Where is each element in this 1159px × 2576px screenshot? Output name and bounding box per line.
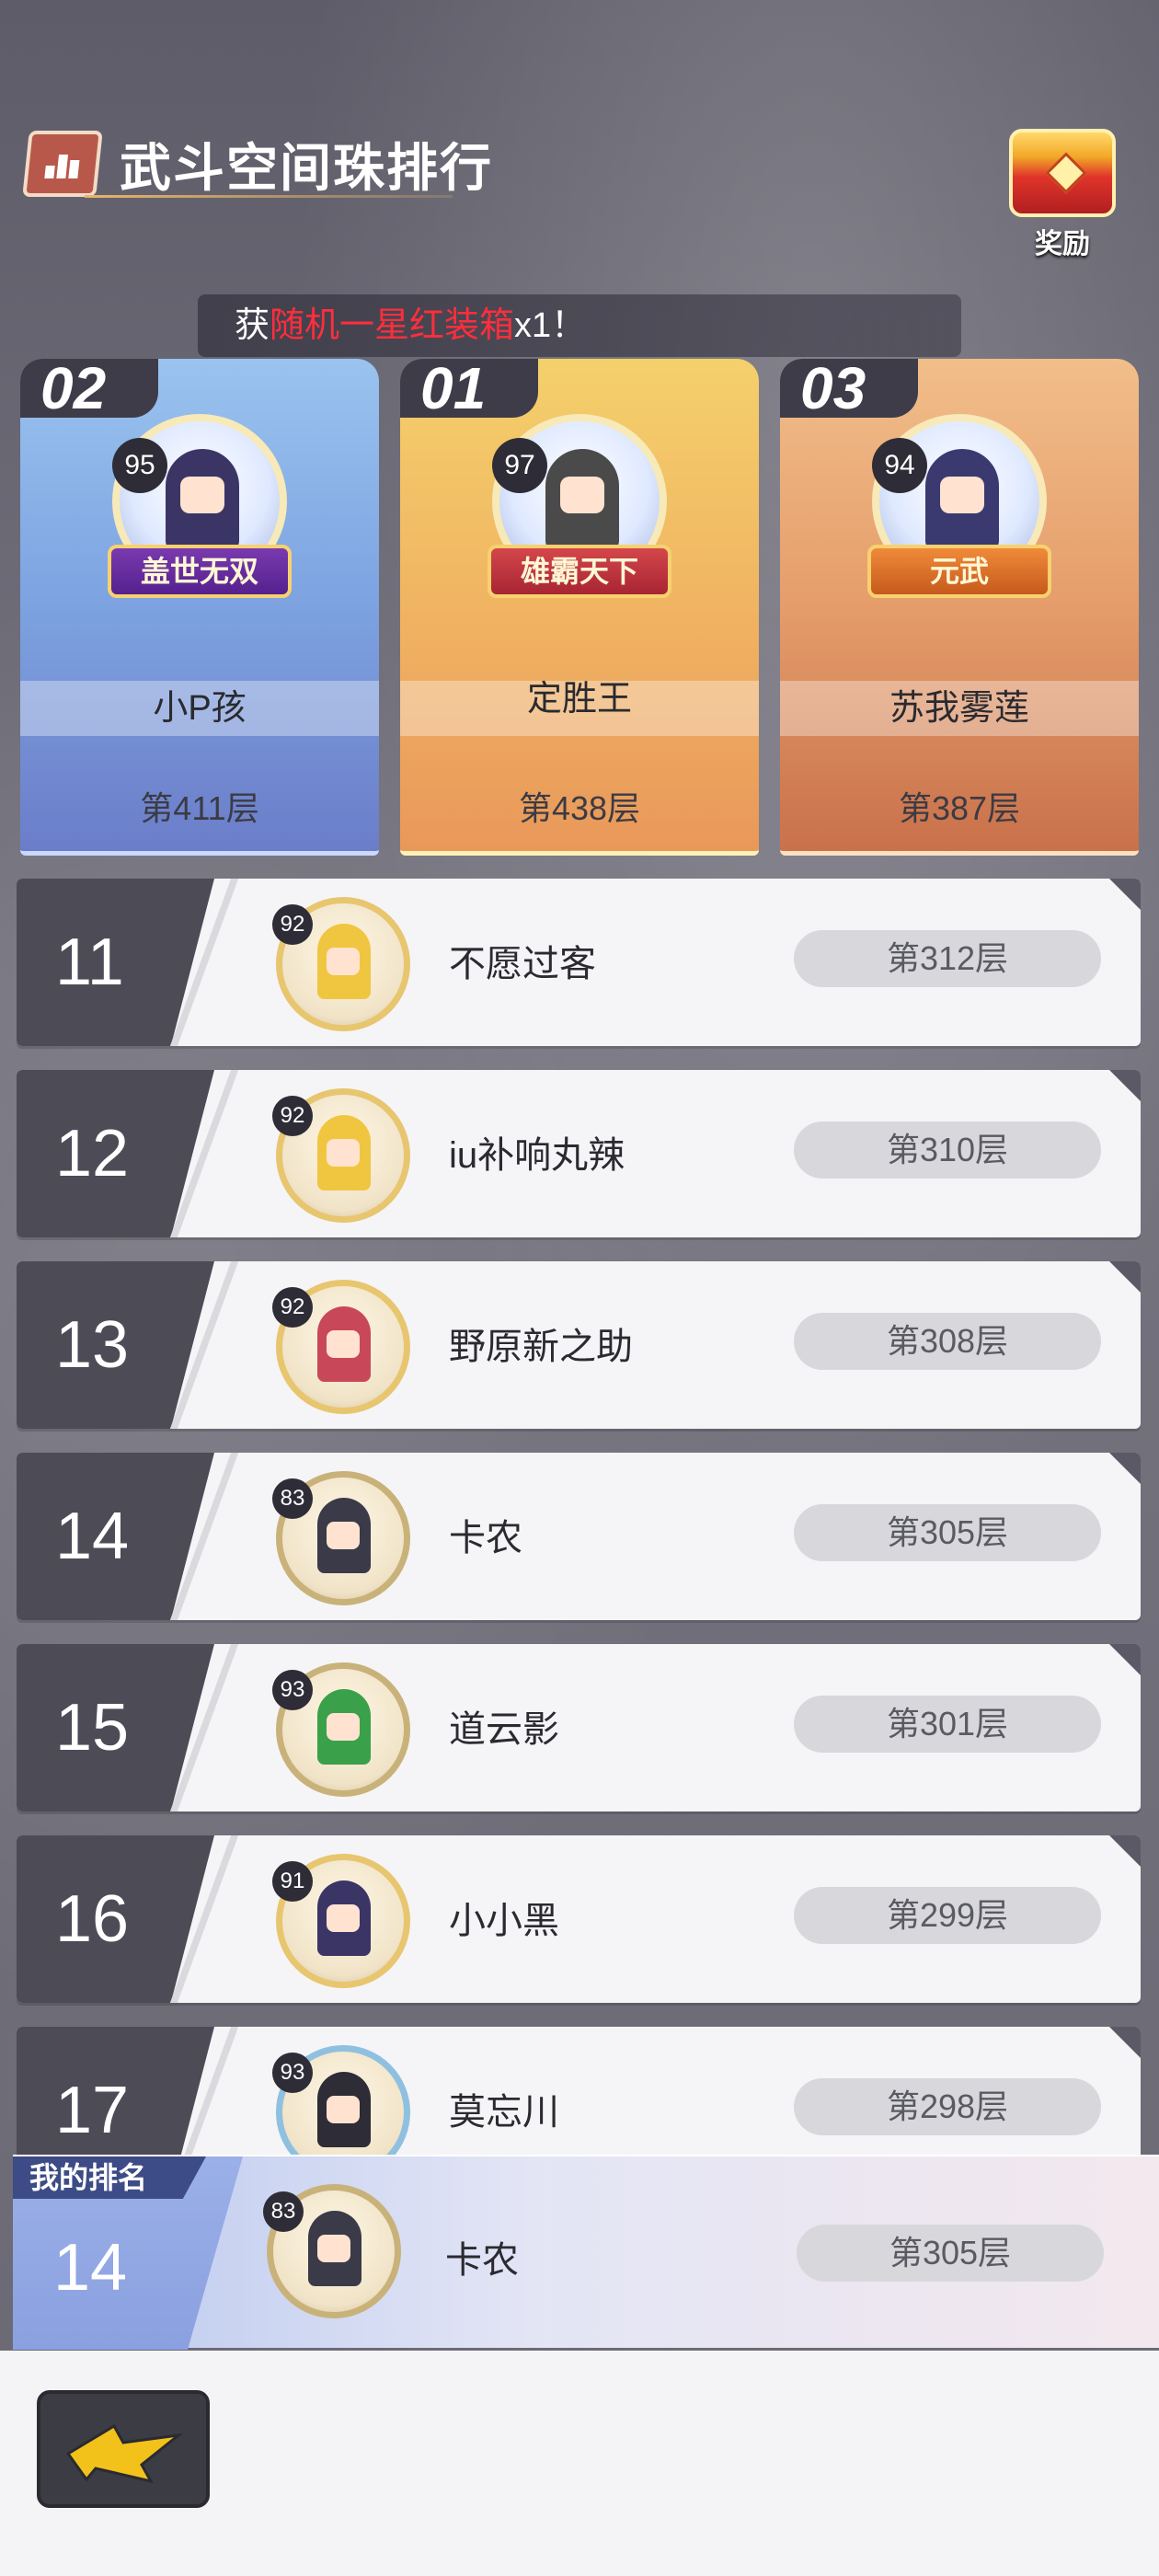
announcement-ticker: 获随机一星红装箱x1！ [198, 294, 961, 357]
reward-label: 奖励 [1035, 229, 1090, 259]
rank-number: 14 [55, 1500, 130, 1573]
rank-number: 15 [55, 1691, 130, 1765]
level-badge: 91 [272, 1861, 313, 1902]
rank-number: 12 [55, 1117, 130, 1190]
rank-number: 13 [55, 1308, 130, 1382]
player-name: 莫忘川 [449, 2092, 559, 2133]
podium-rank-number: 01 [400, 359, 538, 418]
level-badge: 95 [112, 438, 167, 493]
level-badge: 92 [272, 904, 313, 945]
ticker-prefix: 获 [235, 306, 270, 345]
player-name: 定胜王 [526, 680, 632, 719]
floor-value: 第310层 [794, 1121, 1101, 1179]
row-corner [1109, 1835, 1141, 1867]
ranking-list[interactable]: 11 92 不愿过客 第312层 12 92 iu补响丸辣 第310层 13 9… [0, 874, 1159, 2155]
my-rank-panel[interactable]: 我的排名 14 83 卡农 第305层 [13, 2155, 1159, 2350]
ranking-row[interactable]: 12 92 iu补响丸辣 第310层 [17, 1070, 1141, 1237]
level-badge: 97 [492, 438, 547, 493]
level-badge: 93 [272, 2053, 313, 2093]
ranking-row[interactable]: 16 91 小小黑 第299层 [17, 1835, 1141, 2003]
floor-value: 第387层 [898, 789, 1021, 827]
reward-button[interactable]: 奖励 [993, 129, 1131, 276]
row-corner [1109, 879, 1141, 910]
level-badge: 83 [263, 2191, 304, 2232]
floor-value: 第308层 [794, 1313, 1101, 1370]
ticker-highlight: 随机一星红装箱 [270, 306, 515, 345]
floor-value: 第299层 [794, 1887, 1101, 1944]
podium-rank-number: 03 [780, 359, 918, 418]
title-badge: 盖世无双 [108, 545, 292, 598]
podium-rank-2[interactable]: 02 95 盖世无双 小P孩 第411层 [20, 359, 379, 856]
title-badge: 雄霸天下 [488, 545, 671, 598]
rank-number: 16 [55, 1882, 130, 1956]
level-badge: 92 [272, 1096, 313, 1136]
floor-value: 第301层 [794, 1696, 1101, 1753]
row-corner [1109, 1070, 1141, 1101]
level-badge: 83 [272, 1478, 313, 1519]
podium-rank-1[interactable]: 01 97 雄霸天下 定胜王 第438层 [400, 359, 759, 856]
rank-number: 11 [55, 926, 124, 999]
level-badge: 93 [272, 1670, 313, 1710]
my-rank-tag: 我的排名 [13, 2156, 206, 2199]
title-underline [85, 195, 453, 198]
podium-rank-3[interactable]: 03 94 元武 苏我雾莲 第387层 [780, 359, 1139, 856]
level-badge: 92 [272, 1287, 313, 1328]
player-name: 野原新之助 [449, 1327, 633, 1367]
floor-value: 第305层 [794, 1504, 1101, 1561]
player-name: 小P孩 [153, 689, 247, 728]
my-rank-number: 14 [53, 2231, 128, 2305]
player-name: 卡农 [449, 1518, 522, 1558]
floor-value: 第312层 [794, 930, 1101, 987]
back-arrow-icon [65, 2423, 184, 2484]
ranking-row[interactable]: 13 92 野原新之助 第308层 [17, 1261, 1141, 1429]
ranking-icon [22, 131, 103, 197]
player-name: 小小黑 [449, 1901, 559, 1941]
row-corner [1109, 1453, 1141, 1484]
chest-icon [1009, 129, 1116, 217]
floor-value: 第298层 [794, 2078, 1101, 2135]
ranking-row[interactable]: 14 83 卡农 第305层 [17, 1453, 1141, 1620]
level-badge: 94 [872, 438, 927, 493]
row-corner [1109, 1644, 1141, 1675]
player-name: 卡农 [445, 2240, 519, 2281]
player-name: 不愿过客 [449, 944, 596, 984]
ranking-row[interactable]: 17 93 莫忘川 第298层 [17, 2027, 1141, 2155]
player-name: iu补响丸辣 [449, 1135, 625, 1176]
player-name: 苏我雾莲 [889, 689, 1029, 728]
rank-number: 17 [55, 2074, 130, 2147]
ranking-row[interactable]: 11 92 不愿过客 第312层 [17, 879, 1141, 1046]
floor-value: 第411层 [140, 789, 259, 827]
title-badge: 元武 [867, 545, 1051, 598]
floor-value: 第305层 [797, 2225, 1104, 2282]
page-title: 武斗空间珠排行 [120, 138, 493, 197]
page-header: 武斗空间珠排行 [22, 127, 493, 201]
row-corner [1109, 1261, 1141, 1293]
row-corner [1109, 2027, 1141, 2058]
floor-value: 第438层 [518, 789, 641, 827]
back-button[interactable] [37, 2390, 210, 2508]
ranking-row[interactable]: 15 93 道云影 第301层 [17, 1644, 1141, 1811]
ticker-suffix: x1！ [514, 306, 587, 345]
podium-rank-number: 02 [20, 359, 158, 418]
player-name: 道云影 [449, 1709, 559, 1750]
